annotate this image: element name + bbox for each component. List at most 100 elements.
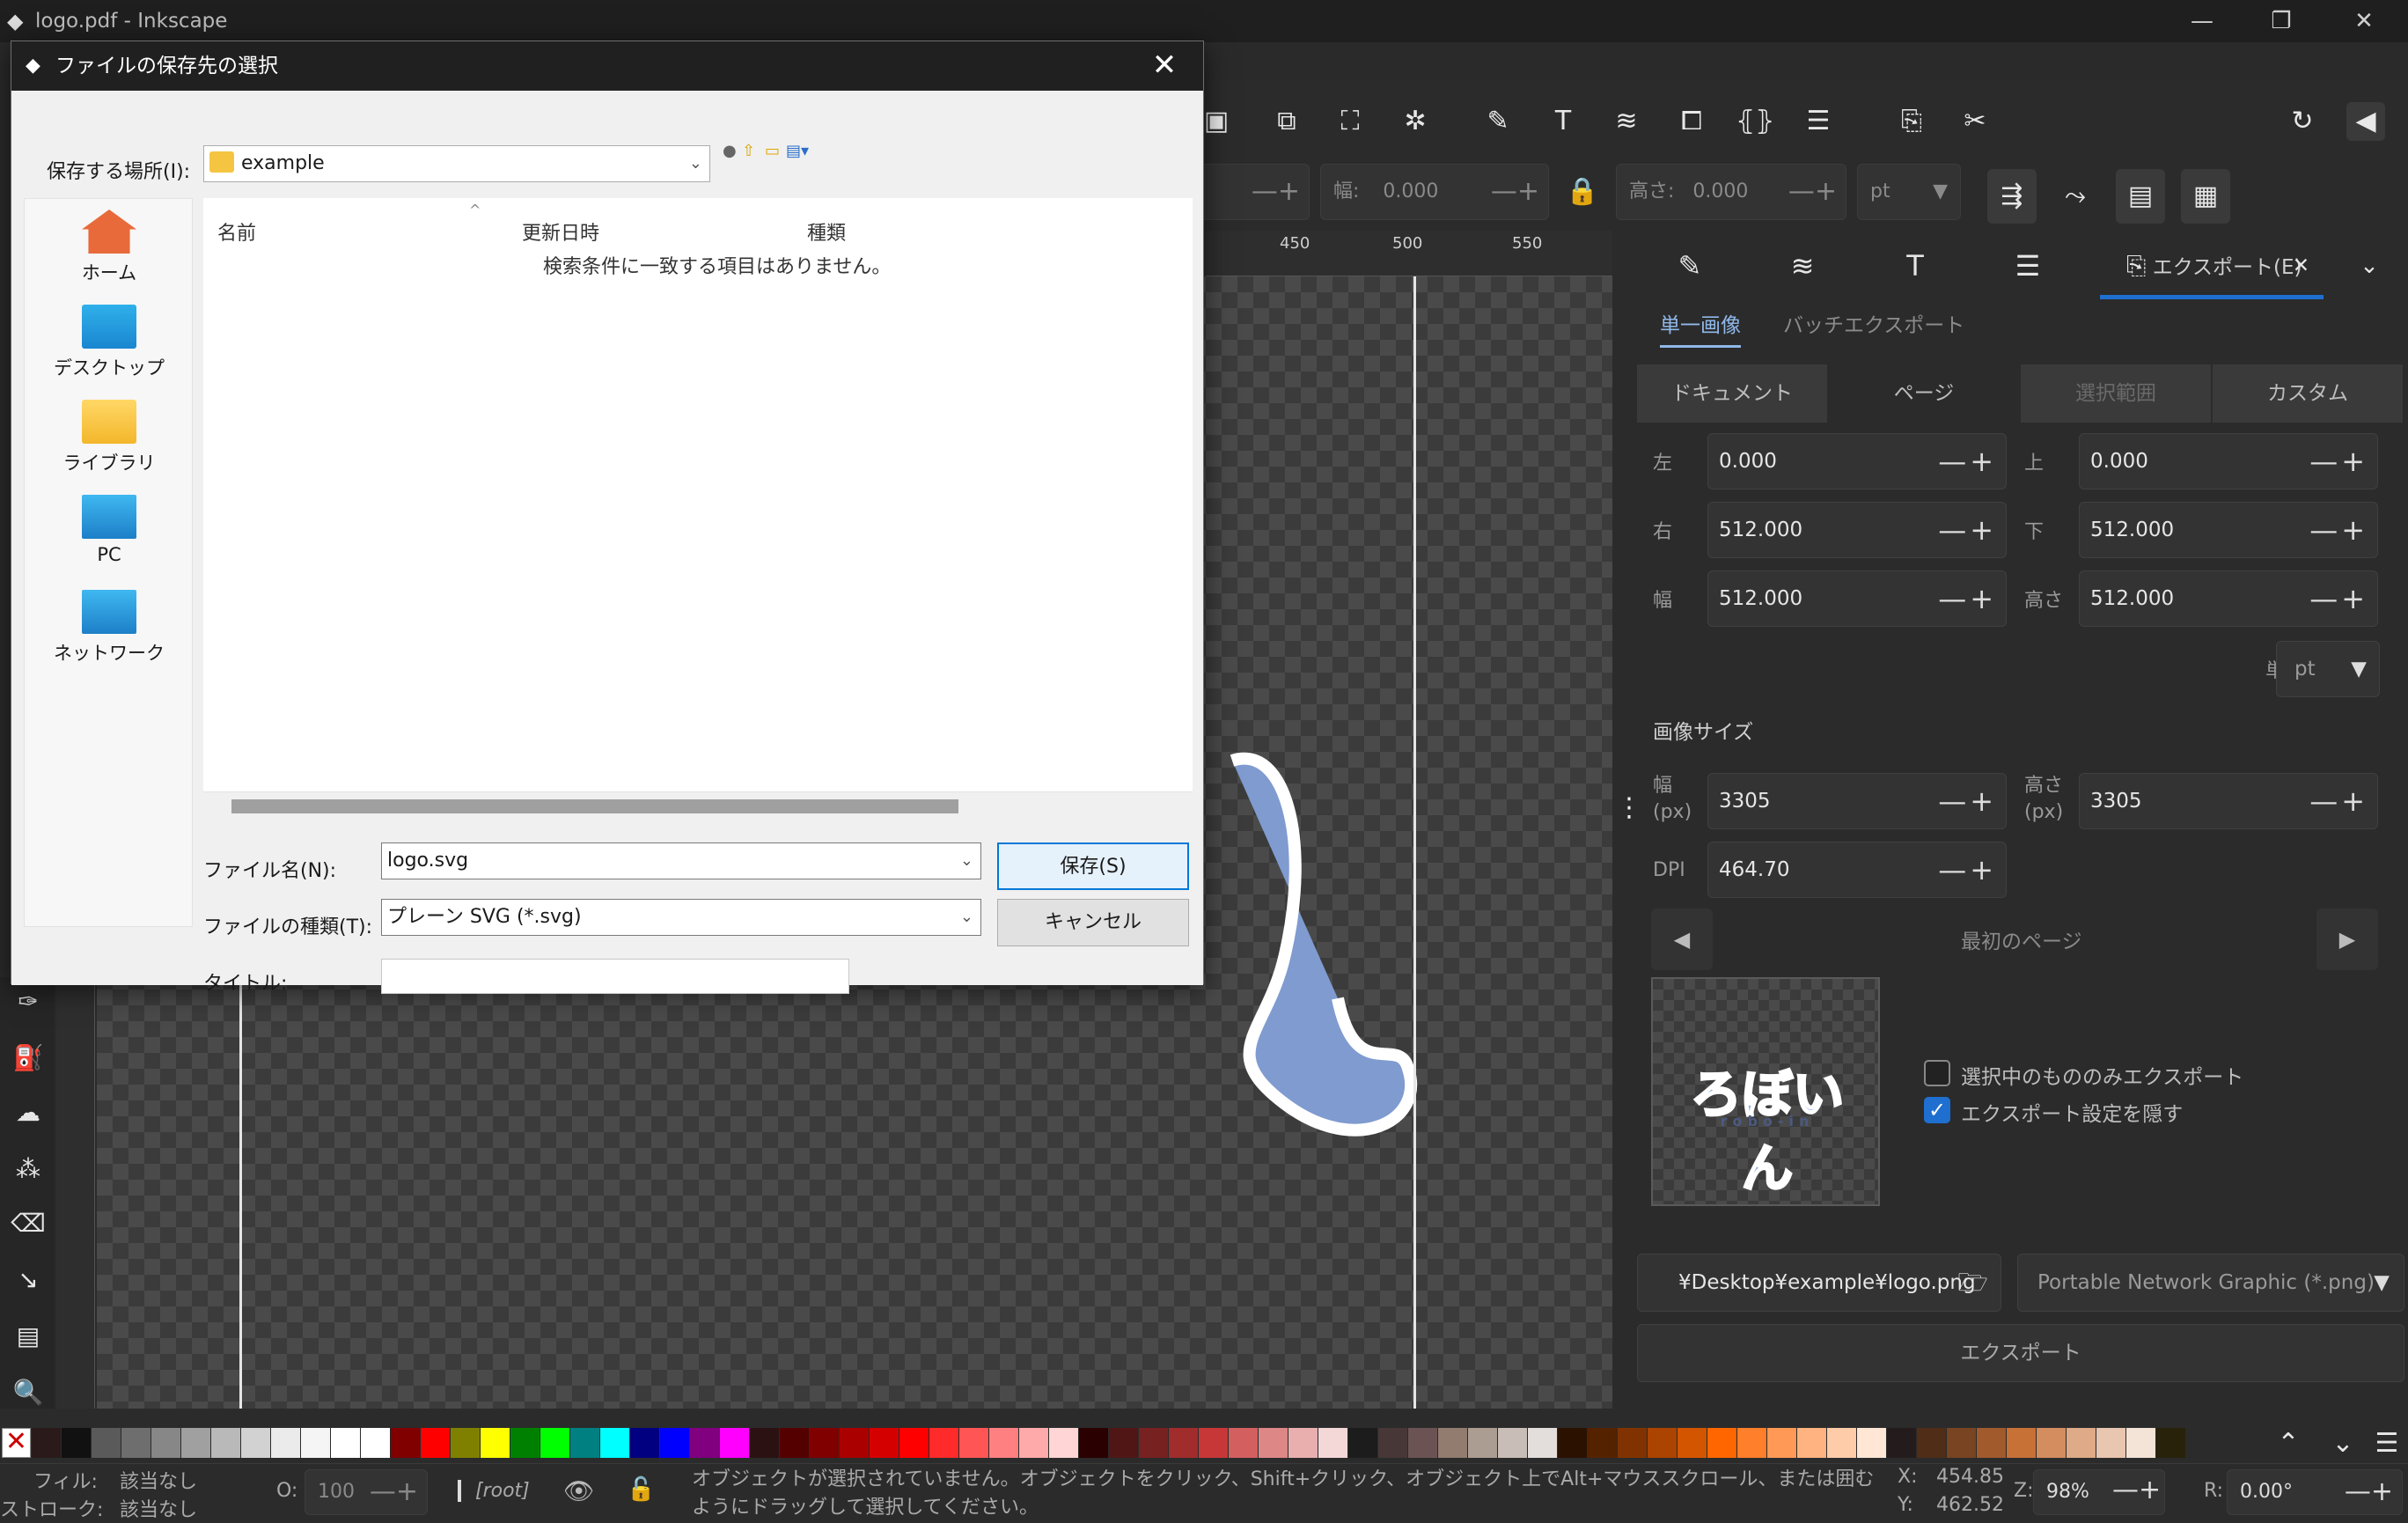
zoom-plus-minus-icon[interactable]: —+ [2112, 1475, 2161, 1505]
minimize-button[interactable]: — [2176, 5, 2228, 37]
next-page-button[interactable]: ▶ [2316, 909, 2378, 970]
text-tab-icon[interactable]: T [1859, 232, 1971, 299]
rotate-spin[interactable]: 0.00° —+ [2227, 1469, 2403, 1515]
color-swatch[interactable] [151, 1428, 180, 1458]
px-width-spin[interactable]: 3305 —+ [1707, 773, 2007, 829]
color-swatch[interactable] [301, 1428, 330, 1458]
spray-icon[interactable]: ⁂ [9, 1150, 48, 1188]
width-spin[interactable]: 幅: 0.000 —+ [1320, 164, 1549, 220]
align-tab-icon[interactable]: ☰ [1971, 232, 2084, 299]
snap-toggle-icon[interactable]: ↻ [2283, 102, 2322, 141]
fill-stroke-tab-icon[interactable]: ✎ [1633, 232, 1746, 299]
color-swatch[interactable] [2037, 1428, 2066, 1458]
color-swatch[interactable] [1528, 1428, 1557, 1458]
color-swatch[interactable] [989, 1428, 1018, 1458]
layers-tab-icon[interactable]: ≋ [1746, 232, 1859, 299]
tab-single-image[interactable]: 単一画像 [1660, 308, 1741, 348]
bottom-spin[interactable]: 512.000 —+ [2079, 502, 2378, 558]
color-swatch[interactable] [2007, 1428, 2036, 1458]
color-swatch[interactable] [451, 1428, 480, 1458]
close-window-button[interactable]: ✕ [2338, 5, 2390, 37]
collapse-panel-icon[interactable]: ◀ [2346, 102, 2385, 141]
top-spin[interactable]: 0.000 —+ [2079, 433, 2378, 489]
zoom-selection-icon[interactable]: ⛶ [1331, 102, 1369, 141]
color-swatch[interactable] [510, 1428, 540, 1458]
title-input[interactable] [381, 959, 849, 994]
pages-icon[interactable]: ▤ [9, 1317, 48, 1356]
color-swatch[interactable] [1588, 1428, 1617, 1458]
palette-scroll-up-icon[interactable]: ⌃ [2269, 1424, 2308, 1463]
place-desktop[interactable]: デスクトップ [25, 305, 194, 380]
color-swatch[interactable] [750, 1428, 779, 1458]
connector-icon[interactable]: ↘ [9, 1261, 48, 1299]
zoom-icon[interactable]: 🔍 [9, 1373, 48, 1412]
area-selection-button[interactable]: 選択範囲 [2021, 364, 2213, 423]
object-properties-icon[interactable]: ⦃⦄ [1736, 102, 1774, 141]
color-swatch[interactable] [391, 1428, 420, 1458]
area-custom-button[interactable]: カスタム [2213, 364, 2404, 423]
panel-menu-chevron-icon[interactable]: ⌄ [2334, 232, 2404, 299]
color-swatch[interactable] [1139, 1428, 1168, 1458]
color-swatch[interactable] [959, 1428, 988, 1458]
up-folder-icon[interactable]: ⇧ [742, 142, 755, 160]
text-font-icon[interactable]: T [1544, 102, 1582, 141]
column-modified[interactable]: 更新日時 [522, 217, 599, 246]
color-swatch[interactable] [600, 1428, 629, 1458]
tab-batch-export[interactable]: バッチエクスポート [1783, 308, 1964, 338]
color-swatch[interactable] [1737, 1428, 1766, 1458]
prev-page-button[interactable]: ◀ [1651, 909, 1713, 970]
color-swatch[interactable] [1079, 1428, 1108, 1458]
color-swatch[interactable] [1438, 1428, 1467, 1458]
dpi-spin[interactable]: 464.70 —+ [1707, 842, 2007, 898]
height-spin[interactable]: 512.000 —+ [2079, 570, 2378, 627]
place-library[interactable]: ライブラリ [25, 400, 194, 475]
export-button[interactable]: エクスポート [1637, 1324, 2404, 1382]
color-swatch[interactable] [1169, 1428, 1198, 1458]
color-swatch[interactable] [1648, 1428, 1677, 1458]
filename-input[interactable]: logo.svg ⌄ [381, 842, 981, 879]
horizontal-scrollbar[interactable] [203, 791, 1193, 818]
file-list[interactable]: 名前 ^ 更新日時 種類 検索条件に一致する項目はありません。 [203, 198, 1193, 809]
color-swatch[interactable] [271, 1428, 300, 1458]
folder-open-icon[interactable]: 🗁 [1957, 1254, 1988, 1311]
color-swatch[interactable] [1259, 1428, 1288, 1458]
color-swatch[interactable] [1917, 1428, 1946, 1458]
area-document-button[interactable]: ドキュメント [1637, 364, 1829, 423]
new-folder-icon[interactable]: ▭ [765, 142, 780, 160]
color-swatch[interactable] [1797, 1428, 1826, 1458]
palette-menu-icon[interactable]: ☰ [2368, 1424, 2406, 1463]
scale-corners-icon[interactable]: ⤳ [2051, 169, 2100, 224]
hide-settings-checkbox[interactable]: ✓ [1924, 1097, 1950, 1123]
zoom-drawing-icon[interactable]: ✲ [1396, 102, 1435, 141]
xml-editor-icon[interactable]: ⧠ [1672, 102, 1711, 141]
dialog-close-button[interactable]: ✕ [1140, 41, 1189, 91]
unit-select[interactable]: pt ▼ [1857, 164, 1961, 220]
color-swatch[interactable] [481, 1428, 510, 1458]
color-swatch[interactable] [1618, 1428, 1647, 1458]
dropper-icon[interactable]: ✑ [9, 982, 48, 1021]
close-tab-icon[interactable]: ✕ [2293, 232, 2309, 299]
width-spin[interactable]: 512.000 —+ [1707, 570, 2007, 627]
color-swatch[interactable] [1049, 1428, 1078, 1458]
right-spin[interactable]: 512.000 —+ [1707, 502, 2007, 558]
layer-visibility-icon[interactable]: 👁 [563, 1476, 595, 1505]
panel-resize-handle-icon[interactable]: ⋮ [1616, 792, 1642, 845]
location-combobox[interactable]: example ⌄ [203, 145, 710, 182]
color-swatch[interactable] [1857, 1428, 1886, 1458]
area-page-button[interactable]: ページ [1829, 364, 2021, 423]
column-type[interactable]: 種類 [807, 217, 846, 246]
color-swatch[interactable] [780, 1428, 809, 1458]
color-swatch[interactable] [1498, 1428, 1527, 1458]
color-swatch[interactable] [62, 1428, 91, 1458]
color-swatch[interactable] [1558, 1428, 1587, 1458]
save-button[interactable]: 保存(S) [997, 842, 1189, 890]
color-swatch[interactable] [421, 1428, 450, 1458]
layer-lock-icon[interactable]: 🔓 [627, 1476, 655, 1503]
color-swatch[interactable] [2156, 1428, 2185, 1458]
place-pc[interactable]: PC [25, 495, 194, 565]
color-swatch[interactable] [929, 1428, 958, 1458]
left-spin[interactable]: 0.000 —+ [1707, 433, 2007, 489]
only-selected-checkbox[interactable] [1924, 1060, 1950, 1086]
color-swatch[interactable] [331, 1428, 360, 1458]
eraser-icon[interactable]: ⌫ [9, 1204, 48, 1243]
